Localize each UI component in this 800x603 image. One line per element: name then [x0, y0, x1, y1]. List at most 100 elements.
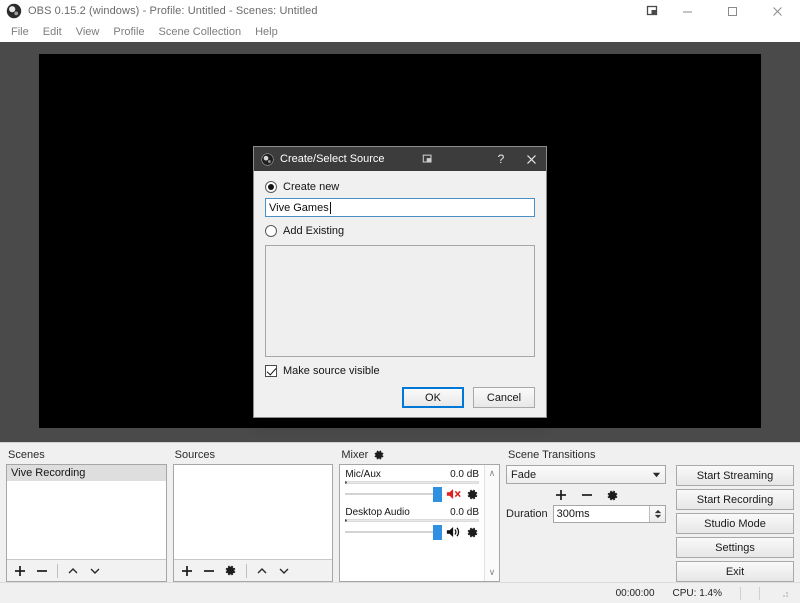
list-item[interactable]: Vive Recording	[7, 465, 166, 481]
track-volume-meter	[345, 481, 480, 484]
dialog-close-button[interactable]	[516, 147, 546, 171]
exit-button[interactable]: Exit	[676, 561, 795, 582]
maximize-button[interactable]	[710, 0, 755, 22]
mic-aux-mute-icon[interactable]	[446, 487, 462, 501]
move-scene-up-button[interactable]	[63, 562, 83, 580]
create-select-source-dialog: Create/Select Source ? Create new Vive G…	[253, 146, 547, 418]
resize-grip-icon[interactable]	[778, 587, 792, 599]
add-scene-button[interactable]	[10, 562, 30, 580]
transition-type-value: Fade	[511, 468, 537, 481]
slider-handle[interactable]	[433, 487, 443, 502]
status-divider	[740, 586, 741, 600]
move-source-up-button[interactable]	[252, 562, 272, 580]
add-transition-button[interactable]	[554, 488, 568, 502]
close-button[interactable]	[755, 0, 800, 22]
ok-button[interactable]: OK	[402, 387, 464, 408]
scroll-down-icon[interactable]: ∨	[489, 567, 496, 578]
remove-scene-button[interactable]	[32, 562, 52, 580]
obs-logo-icon	[6, 3, 22, 19]
restore-window-icon[interactable]	[646, 4, 660, 18]
mixer-title-row: Mixer	[339, 448, 500, 464]
minimize-button[interactable]	[665, 0, 710, 22]
menu-help[interactable]: Help	[248, 24, 285, 40]
mic-aux-volume-slider[interactable]	[345, 487, 443, 502]
remove-transition-button[interactable]	[580, 488, 594, 502]
duration-label: Duration	[506, 508, 548, 520]
transition-toolbar	[506, 484, 666, 505]
mixer-track-desktop-audio: Desktop Audio 0.0 dB	[345, 507, 480, 540]
start-streaming-button[interactable]: Start Streaming	[676, 465, 795, 486]
slider-handle[interactable]	[433, 525, 443, 540]
sources-list[interactable]	[174, 465, 333, 559]
sources-toolbar	[173, 559, 333, 581]
settings-button[interactable]: Settings	[676, 537, 795, 558]
remove-source-button[interactable]	[199, 562, 219, 580]
transitions-controls: Fade Duration 300ms	[506, 465, 667, 582]
window-restore-icon[interactable]	[422, 153, 434, 165]
track-volume-meter	[345, 519, 480, 522]
menu-profile[interactable]: Profile	[106, 24, 151, 40]
scenes-list[interactable]: Vive Recording	[7, 465, 166, 559]
dialog-actions: OK Cancel	[265, 387, 535, 408]
source-name-value[interactable]: Vive Games	[269, 202, 329, 214]
dialog-title: Create/Select Source	[280, 153, 385, 165]
scenes-listbox[interactable]: Vive Recording	[6, 464, 167, 582]
dialog-help-button[interactable]: ?	[486, 147, 516, 171]
scroll-up-icon[interactable]: ∧	[489, 468, 496, 479]
track-header: Mic/Aux 0.0 dB	[345, 469, 479, 480]
transition-properties-gear-icon[interactable]	[606, 489, 619, 502]
transition-type-select[interactable]: Fade	[506, 465, 667, 484]
add-source-button[interactable]	[177, 562, 197, 580]
track-name: Mic/Aux	[345, 469, 381, 480]
bottom-dock: Scenes Vive Recording Sources Mixer Mic/…	[0, 443, 800, 582]
mixer-track-mic-aux: Mic/Aux 0.0 dB	[345, 469, 480, 502]
studio-mode-button[interactable]: Studio Mode	[676, 513, 795, 534]
sources-listbox[interactable]	[172, 464, 334, 582]
desktop-audio-speaker-icon[interactable]	[446, 525, 462, 539]
mixer-panel: Mixer Mic/Aux 0.0 dB Desktop Audio 0.0 d…	[339, 448, 501, 582]
track-level: 0.0 dB	[450, 469, 480, 480]
add-existing-label: Add Existing	[283, 225, 345, 237]
text-caret	[329, 201, 331, 214]
move-source-down-button[interactable]	[274, 562, 294, 580]
mixer-scrollbar[interactable]: ∧ ∨	[484, 465, 500, 581]
add-existing-radio-row[interactable]: Add Existing	[265, 225, 535, 237]
menu-edit[interactable]: Edit	[36, 24, 69, 40]
source-name-input[interactable]: Vive Games	[265, 198, 535, 217]
make-source-visible-row[interactable]: Make source visible	[265, 365, 535, 377]
mixer-tracks: Mic/Aux 0.0 dB Desktop Audio 0.0 dB	[340, 465, 484, 581]
toolbar-divider	[245, 563, 247, 578]
mixer-settings-gear-icon[interactable]	[373, 449, 385, 461]
dialog-body: Create new Vive Games Add Existing Make …	[254, 171, 546, 417]
menu-scene-collection[interactable]: Scene Collection	[152, 24, 249, 40]
duration-spinner-buttons[interactable]	[649, 506, 666, 522]
window-titlebar: OBS 0.15.2 (windows) - Profile: Untitled…	[0, 0, 800, 22]
duration-value[interactable]: 300ms	[554, 508, 649, 520]
track-name: Desktop Audio	[345, 507, 410, 518]
duration-stepper[interactable]: 300ms	[552, 505, 667, 523]
window-title: OBS 0.15.2 (windows) - Profile: Untitled…	[28, 5, 318, 17]
source-properties-gear-icon[interactable]	[221, 562, 241, 580]
create-new-radio-row[interactable]: Create new	[265, 181, 535, 193]
move-scene-down-button[interactable]	[85, 562, 105, 580]
make-source-visible-checkbox[interactable]	[265, 365, 277, 377]
desktop-audio-volume-slider[interactable]	[345, 525, 443, 540]
mic-aux-gear-icon[interactable]	[466, 488, 479, 501]
obs-main-window: OBS 0.15.2 (windows) - Profile: Untitled…	[0, 0, 800, 603]
create-new-label: Create new	[283, 181, 340, 193]
mixer-title: Mixer	[341, 449, 369, 461]
cancel-button[interactable]: Cancel	[473, 387, 535, 408]
menu-view[interactable]: View	[69, 24, 107, 40]
start-recording-button[interactable]: Start Recording	[676, 489, 795, 510]
menu-file[interactable]: File	[4, 24, 36, 40]
add-existing-radio[interactable]	[265, 225, 277, 237]
create-new-radio[interactable]	[265, 181, 277, 193]
sources-title: Sources	[174, 449, 216, 461]
desktop-audio-gear-icon[interactable]	[466, 526, 479, 539]
scene-transitions-panel: Scene Transitions Fade Duration 300ms St…	[506, 448, 795, 582]
track-level: 0.0 dB	[450, 507, 480, 518]
track-controls	[345, 525, 479, 540]
status-divider	[759, 586, 760, 600]
obs-logo-icon	[261, 152, 274, 166]
existing-sources-list[interactable]	[265, 245, 535, 357]
